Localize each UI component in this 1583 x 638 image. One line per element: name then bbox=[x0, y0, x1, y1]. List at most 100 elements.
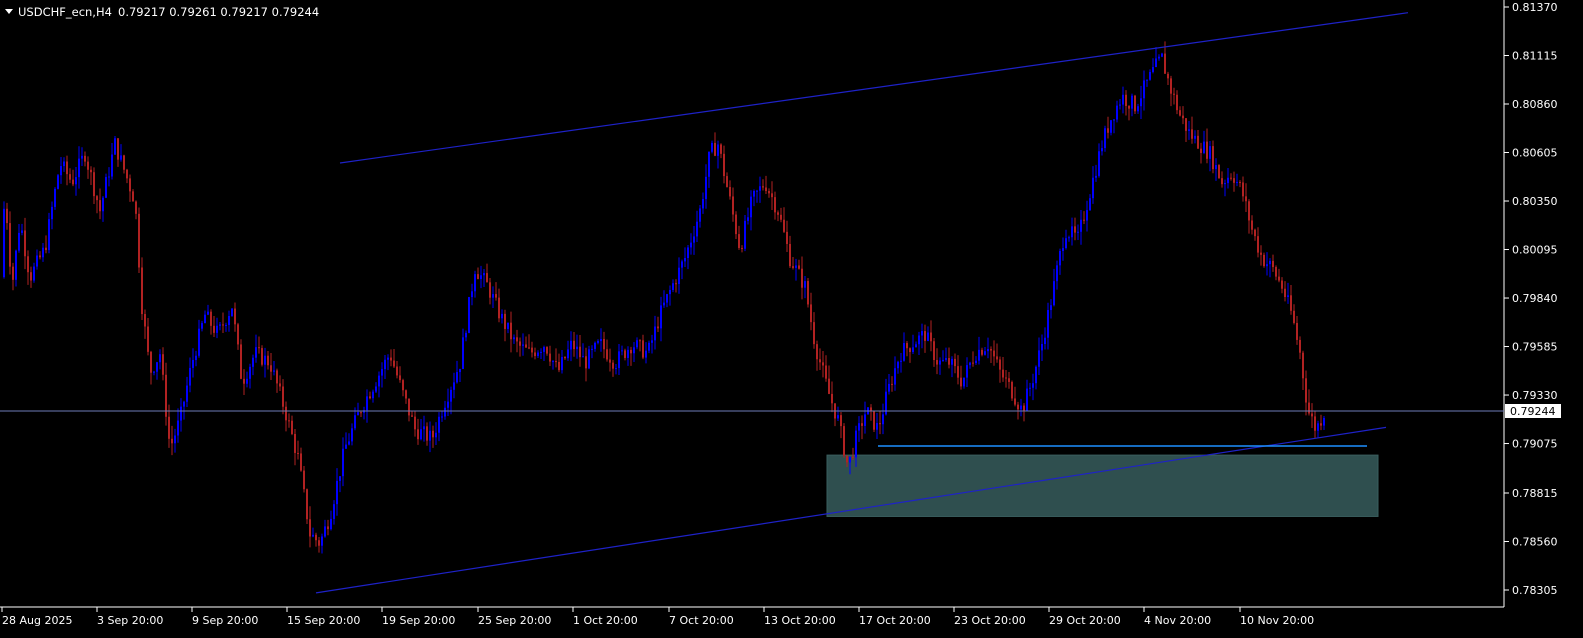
candle-body bbox=[510, 322, 512, 340]
x-tick-label: 13 Oct 20:00 bbox=[764, 614, 836, 627]
candle-body bbox=[1068, 237, 1070, 239]
candle-body bbox=[168, 416, 170, 439]
candle-body bbox=[504, 313, 506, 329]
candle-body bbox=[690, 242, 692, 248]
candle-body bbox=[1245, 196, 1247, 202]
candle-body bbox=[423, 426, 425, 430]
candle-body bbox=[1236, 181, 1238, 183]
candle-body bbox=[813, 322, 815, 345]
candle-body bbox=[963, 377, 965, 387]
candle-body bbox=[27, 256, 29, 273]
candle-body bbox=[450, 389, 452, 402]
candle-body bbox=[345, 444, 347, 449]
candle-body bbox=[489, 282, 491, 298]
candle-body bbox=[948, 358, 950, 365]
candle-body bbox=[1302, 352, 1304, 379]
candle-body bbox=[531, 347, 533, 353]
candle-body bbox=[429, 430, 431, 441]
candle-body bbox=[177, 420, 179, 436]
candle-body bbox=[291, 420, 293, 434]
candle-body bbox=[1155, 58, 1157, 68]
candle-body bbox=[48, 219, 50, 251]
candle-body bbox=[633, 347, 635, 354]
candle-body bbox=[996, 356, 998, 360]
candle-body bbox=[60, 166, 62, 176]
candle-body bbox=[756, 190, 758, 192]
candle-body bbox=[213, 325, 215, 333]
candle-body bbox=[1278, 276, 1280, 281]
y-tick-label: 0.80860 bbox=[1512, 98, 1558, 111]
candle-body bbox=[1260, 252, 1262, 255]
chart-canvas[interactable]: USDCHF_ecn,H4 0.79217 0.79261 0.79217 0.… bbox=[0, 0, 1583, 638]
candle-body bbox=[471, 291, 473, 298]
candle-body bbox=[1323, 417, 1325, 426]
candle-body bbox=[387, 357, 389, 360]
candle-body bbox=[1038, 350, 1040, 367]
candle-body bbox=[612, 362, 614, 369]
candle-body bbox=[519, 341, 521, 346]
candle-body bbox=[261, 348, 263, 365]
candle-body bbox=[714, 142, 716, 156]
candle-body bbox=[789, 243, 791, 267]
candle-body bbox=[726, 176, 728, 187]
candle-body bbox=[204, 314, 206, 324]
candle-body bbox=[903, 343, 905, 361]
candle-body bbox=[102, 197, 104, 212]
candle-body bbox=[837, 415, 839, 419]
candle-body bbox=[951, 358, 953, 365]
candle-body bbox=[192, 359, 194, 368]
candle-body bbox=[891, 383, 893, 385]
candle-body bbox=[66, 161, 68, 175]
candle-body bbox=[534, 352, 536, 357]
candle-body bbox=[654, 326, 656, 341]
candle-body bbox=[483, 273, 485, 276]
candle-body bbox=[153, 371, 155, 373]
candle-body bbox=[987, 349, 989, 352]
candle-body bbox=[621, 350, 623, 352]
candle-body bbox=[447, 401, 449, 408]
candle-body bbox=[864, 414, 866, 426]
candle-body bbox=[297, 452, 299, 454]
candle-body bbox=[609, 359, 611, 363]
candle-body bbox=[525, 344, 527, 348]
candle-body bbox=[618, 351, 620, 369]
candle-body bbox=[1284, 288, 1286, 297]
candle-body bbox=[456, 372, 458, 383]
candle-body bbox=[465, 332, 467, 338]
candle-body bbox=[21, 230, 23, 233]
x-tick-label: 15 Sep 20:00 bbox=[287, 614, 360, 627]
candle-body bbox=[405, 390, 407, 399]
candle-body bbox=[936, 360, 938, 365]
candle-body bbox=[285, 406, 287, 421]
candle-body bbox=[312, 534, 314, 537]
candle-body bbox=[309, 519, 311, 537]
candle-body bbox=[432, 430, 434, 438]
candle-body bbox=[798, 265, 800, 269]
candle-body bbox=[498, 297, 500, 319]
candle-body bbox=[384, 359, 386, 370]
candle-body bbox=[39, 255, 41, 258]
candle-body bbox=[828, 378, 830, 394]
candle-body bbox=[162, 354, 164, 375]
candle-body bbox=[1107, 128, 1109, 133]
candle-body bbox=[180, 406, 182, 421]
candle-body bbox=[1044, 337, 1046, 345]
candle-body bbox=[315, 534, 317, 541]
candle-body bbox=[777, 212, 779, 215]
candle-body bbox=[159, 354, 161, 363]
candle-body bbox=[1011, 381, 1013, 399]
candle-body bbox=[561, 357, 563, 371]
candle-body bbox=[1317, 423, 1319, 431]
candle-body bbox=[243, 378, 245, 384]
candle-body bbox=[978, 349, 980, 361]
candle-body bbox=[792, 266, 794, 268]
candle-body bbox=[1014, 398, 1016, 405]
candle-body bbox=[282, 386, 284, 407]
candle-body bbox=[1086, 210, 1088, 221]
candle-body bbox=[900, 360, 902, 362]
candle-body bbox=[150, 351, 152, 373]
candle-body bbox=[114, 138, 116, 155]
candle-body bbox=[696, 221, 698, 237]
candle-body bbox=[507, 322, 509, 329]
candle-body bbox=[9, 223, 11, 267]
